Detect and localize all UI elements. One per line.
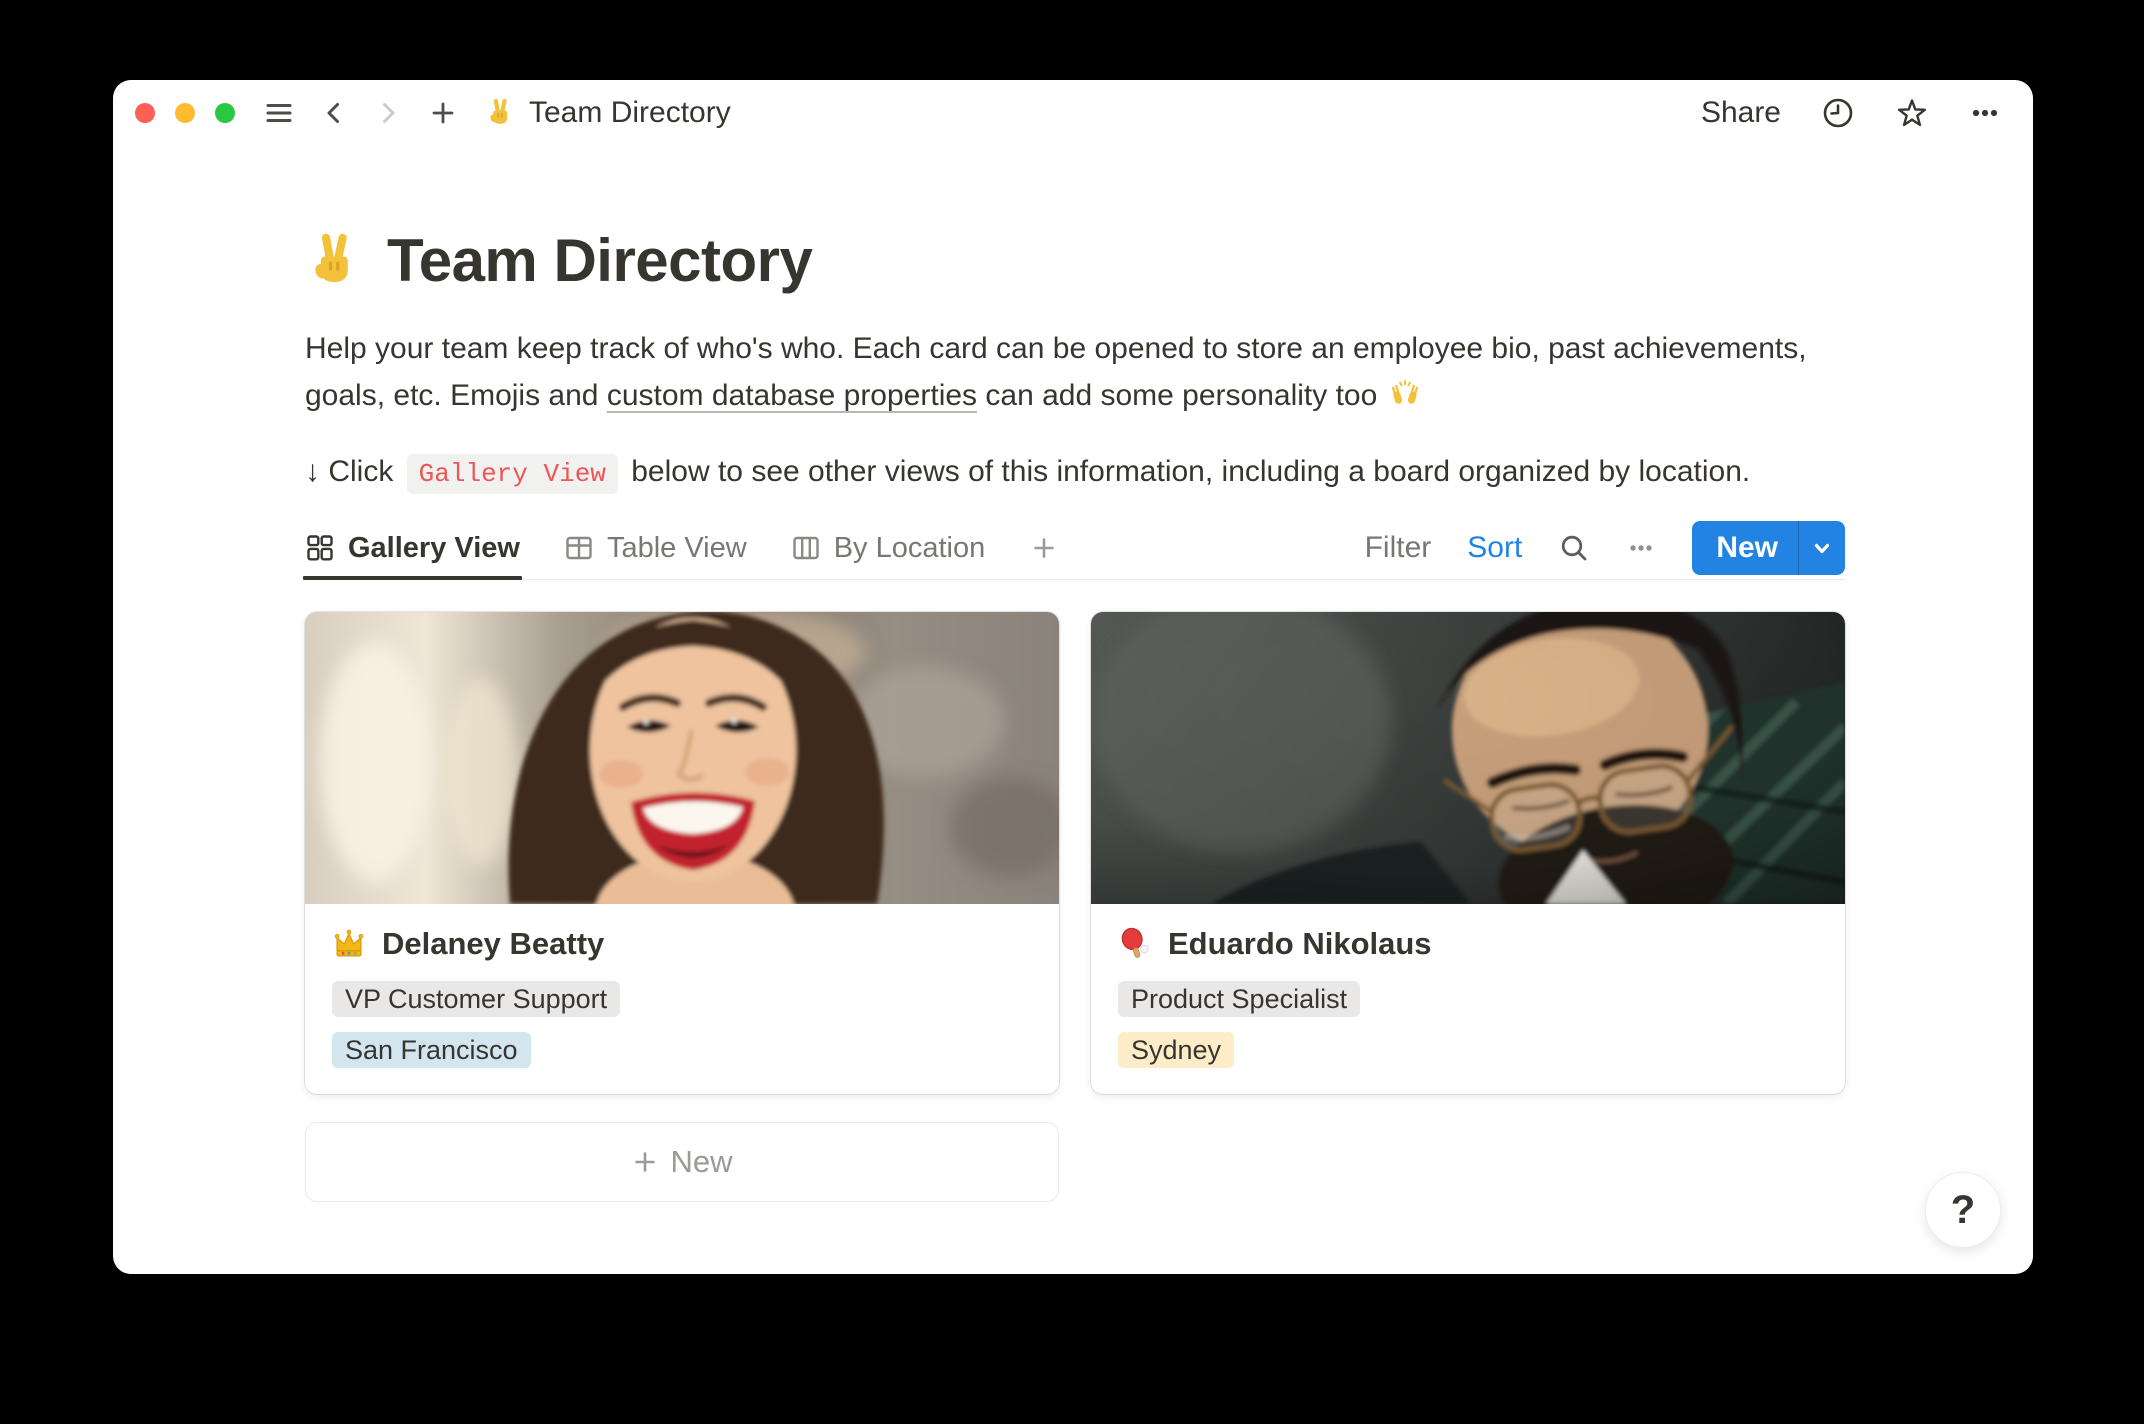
description-line-1: Help your team keep track of who's who. … xyxy=(305,332,1807,365)
page-icon[interactable] xyxy=(305,232,363,290)
more-options-button[interactable] xyxy=(1969,98,2001,128)
sidebar-toggle-button[interactable] xyxy=(265,101,293,125)
callout-line: ↓ Click Gallery View below to see other … xyxy=(305,455,1845,489)
role-tag: Product Specialist xyxy=(1118,981,1360,1017)
location-tag: Sydney xyxy=(1118,1032,1234,1068)
gallery-icon xyxy=(305,533,335,563)
role-tag: VP Customer Support xyxy=(332,981,620,1017)
sort-button[interactable]: Sort xyxy=(1467,531,1522,565)
new-record-button[interactable]: New xyxy=(1692,521,1798,575)
ellipsis-icon xyxy=(1626,533,1656,563)
favorite-button[interactable] xyxy=(1895,96,1929,130)
callout-pre-text: Click xyxy=(320,455,402,488)
plus-icon xyxy=(1029,533,1059,563)
card-delaney-beatty[interactable]: Delaney Beatty VP Customer Support San F… xyxy=(305,612,1059,1094)
ping-pong-icon xyxy=(1118,927,1152,961)
tab-table-view[interactable]: Table View xyxy=(564,517,747,579)
star-icon xyxy=(1895,96,1929,130)
new-card-label: New xyxy=(670,1144,732,1180)
help-button[interactable]: ? xyxy=(1925,1172,2001,1248)
description-line-2: goals, etc. Emojis and xyxy=(305,379,607,412)
card-body: Eduardo Nikolaus Product Specialist Sydn… xyxy=(1091,904,1845,1090)
zoom-button[interactable] xyxy=(215,103,235,123)
traffic-lights xyxy=(135,103,235,123)
victory-hand-icon xyxy=(305,232,363,290)
new-card-button[interactable]: New xyxy=(305,1122,1059,1202)
callout-post-text: below to see other views of this informa… xyxy=(623,455,1750,488)
down-arrow-glyph: ↓ xyxy=(305,455,320,488)
card-eduardo-nikolaus[interactable]: Eduardo Nikolaus Product Specialist Sydn… xyxy=(1091,612,1845,1094)
card-title: Delaney Beatty xyxy=(382,926,604,962)
page-content: Team Directory Help your team keep track… xyxy=(305,80,1845,1202)
page-description: Help your team keep track of who's who. … xyxy=(305,325,1845,419)
raising-hands-icon xyxy=(1388,378,1422,412)
search-icon xyxy=(1558,532,1590,564)
description-line-2-tail: can add some personality too xyxy=(977,379,1386,412)
filter-button[interactable]: Filter xyxy=(1365,531,1432,565)
gallery-grid: Delaney Beatty VP Customer Support San F… xyxy=(305,612,1845,1094)
minimize-button[interactable] xyxy=(175,103,195,123)
crown-icon xyxy=(332,927,366,961)
page-title: Team Directory xyxy=(387,226,812,295)
tab-by-location[interactable]: By Location xyxy=(791,517,986,579)
card-title: Eduardo Nikolaus xyxy=(1168,926,1432,962)
tab-label: Gallery View xyxy=(348,532,520,565)
view-tab-bar: Gallery View Table View By Location Filt… xyxy=(305,517,1845,580)
close-button[interactable] xyxy=(135,103,155,123)
add-view-button[interactable] xyxy=(1029,517,1059,579)
plus-icon xyxy=(631,1148,659,1176)
help-label: ? xyxy=(1951,1188,1975,1233)
custom-properties-link[interactable]: custom database properties xyxy=(607,379,977,412)
tab-label: Table View xyxy=(607,532,747,565)
view-options-button[interactable] xyxy=(1626,533,1656,563)
card-cover-photo xyxy=(1091,612,1845,904)
inline-code-chip: Gallery View xyxy=(407,454,618,494)
board-icon xyxy=(791,533,821,563)
location-tag: San Francisco xyxy=(332,1032,531,1068)
app-window: Team Directory Share xyxy=(113,80,2033,1274)
card-body: Delaney Beatty VP Customer Support San F… xyxy=(305,904,1059,1090)
card-cover-photo xyxy=(305,612,1059,904)
new-dropdown-button[interactable] xyxy=(1799,521,1845,575)
chevron-down-icon xyxy=(1811,537,1833,559)
tab-label: By Location xyxy=(834,532,986,565)
new-button-group: New xyxy=(1692,521,1845,575)
hamburger-icon xyxy=(265,101,293,125)
table-icon xyxy=(564,533,594,563)
ellipsis-icon xyxy=(1969,98,2001,128)
search-button[interactable] xyxy=(1558,532,1590,564)
tab-gallery-view[interactable]: Gallery View xyxy=(305,517,520,579)
